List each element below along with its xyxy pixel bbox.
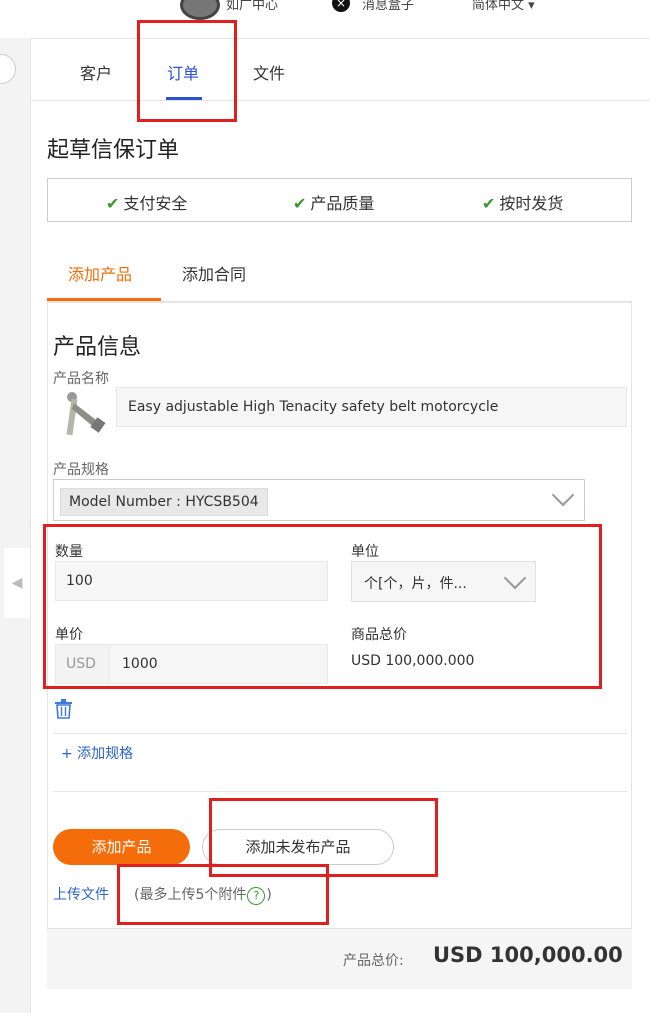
left-sidebar-strip: [0, 38, 31, 1013]
check-icon: ✔: [106, 194, 120, 213]
product-name-label: 产品名称: [53, 371, 109, 387]
product-thumbnail[interactable]: [60, 389, 106, 439]
product-info-heading: 产品信息: [53, 335, 142, 360]
chevron-down-icon[interactable]: [551, 483, 575, 507]
assurance-payment: ✔ 支付安全: [106, 194, 188, 213]
tab-files[interactable]: 文件: [253, 60, 285, 84]
add-spec-link[interactable]: + 添加规格: [61, 743, 133, 763]
order-total-footer: 产品总价: USD 100,000.00: [47, 928, 632, 989]
trash-icon[interactable]: [54, 699, 73, 719]
product-spec-select[interactable]: Model Number : HYCSB504: [53, 479, 585, 521]
assurance-quality: ✔ 产品质量: [293, 194, 375, 213]
main-tabs: 客户 订单 文件: [31, 38, 650, 101]
close-icon[interactable]: ×: [332, 0, 350, 12]
order-total-label: 产品总价:: [343, 953, 404, 969]
check-icon: ✔: [293, 194, 307, 213]
avatar[interactable]: [180, 0, 220, 20]
annotation-box-quantity-price: [43, 524, 602, 689]
language-select[interactable]: 简体中文 ▾: [472, 0, 535, 13]
assurance-bar: ✔ 支付安全 ✔ 产品质量 ✔ 按时发货: [47, 178, 632, 222]
messages-link[interactable]: 消息盒子: [362, 0, 414, 13]
upload-file-link[interactable]: 上传文件: [53, 884, 109, 904]
sub-tabs: 添加产品 添加合同: [47, 244, 632, 303]
tab-add-contract[interactable]: 添加合同: [182, 261, 246, 285]
order-total-value: USD 100,000.00: [433, 943, 623, 967]
divider: [53, 733, 627, 734]
assurance-shipping: ✔ 按时发货: [482, 194, 564, 213]
check-icon: ✔: [482, 194, 496, 213]
collapse-arrow-icon[interactable]: ◀: [4, 548, 30, 618]
add-product-button[interactable]: 添加产品: [53, 829, 190, 865]
top-bar: 如广中心 × 消息盒子 简体中文 ▾: [0, 0, 650, 39]
active-subtab-indicator: [47, 298, 161, 301]
spec-chip[interactable]: Model Number : HYCSB504: [60, 488, 268, 516]
page-title: 起草信保订单: [47, 138, 180, 163]
annotation-box-order-tab: [137, 20, 237, 122]
product-spec-label: 产品规格: [53, 462, 109, 478]
product-name-field[interactable]: Easy adjustable High Tenacity safety bel…: [116, 387, 627, 427]
user-name[interactable]: 如广中心: [226, 0, 278, 13]
annotation-box-upload-hint: [117, 864, 329, 925]
tab-customer[interactable]: 客户: [80, 60, 112, 84]
divider: [53, 791, 627, 792]
tab-add-product[interactable]: 添加产品: [68, 261, 132, 285]
